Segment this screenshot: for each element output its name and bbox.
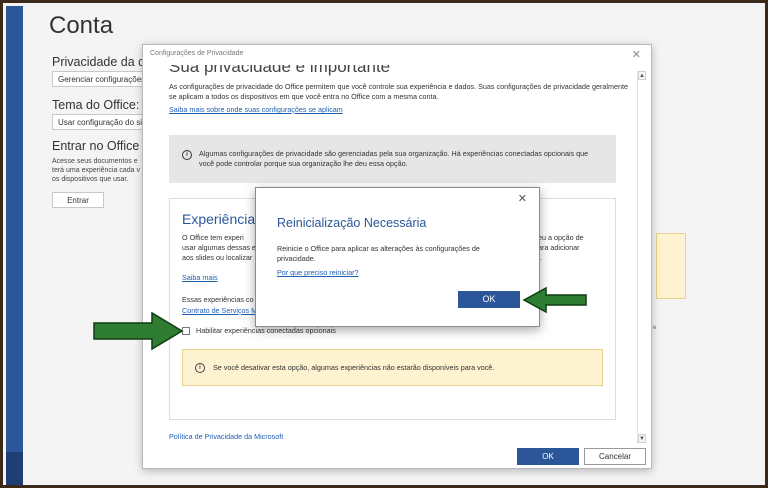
- info-text: Algumas configurações de privacidade são…: [199, 149, 589, 168]
- signin-description: Acesse seus documentos e terá uma experi…: [52, 158, 140, 183]
- warning-text: Se você desativar esta opção, algumas ex…: [213, 363, 495, 372]
- restart-ok-button[interactable]: OK: [458, 291, 520, 308]
- close-icon[interactable]: ✕: [518, 192, 527, 205]
- privacy-policy-link[interactable]: Política de Privacidade da Microsoft: [169, 432, 283, 440]
- app-left-strip: [6, 6, 23, 485]
- dialog-title: Configurações de Privacidade: [150, 50, 244, 57]
- ok-button[interactable]: OK: [517, 448, 579, 465]
- close-icon[interactable]: ✕: [632, 48, 641, 61]
- modal-title: Reinicialização Necessária: [277, 216, 427, 230]
- info-icon: i: [195, 363, 205, 373]
- left-arrow-icon: [522, 286, 587, 314]
- privacy-heading: Sua privacidade é importante: [169, 65, 391, 76]
- signin-button[interactable]: Entrar: [52, 192, 104, 208]
- settings-scope-link[interactable]: Saiba mais sobre onde suas configurações…: [169, 105, 343, 114]
- dialog-scrollbar[interactable]: ▲ ▼: [637, 71, 646, 443]
- modal-body: Reinicie o Office para aplicar as altera…: [277, 244, 480, 263]
- right-arrow-icon: [93, 311, 184, 351]
- restart-required-dialog: ✕ Reinicialização Necessária Reinicie o …: [255, 187, 540, 327]
- cancel-button[interactable]: Cancelar: [584, 448, 646, 465]
- info-icon: i: [182, 150, 192, 160]
- privacy-intro: As configurações de privacidade do Offic…: [169, 82, 628, 101]
- theme-heading: Tema do Office:: [52, 98, 140, 112]
- theme-select[interactable]: Usar configuração do siste: [52, 114, 152, 130]
- experiences-description-right: deu a opção de para adicionar to.: [534, 233, 584, 262]
- experiences-title: Experiências: [182, 211, 263, 227]
- page-title: Conta: [49, 12, 114, 39]
- warning-banner: i Se você desativar esta opção, algumas …: [182, 349, 603, 386]
- dialog-titlebar: Configurações de Privacidade ✕: [143, 45, 651, 65]
- why-restart-link[interactable]: Por que preciso reiniciar?: [277, 268, 359, 277]
- signin-heading: Entrar no Office: [52, 139, 140, 153]
- background-fragment: e: [653, 325, 657, 331]
- privacy-heading: Privacidade da co: [52, 55, 152, 69]
- manage-settings-button[interactable]: Gerenciar configurações: [52, 71, 152, 87]
- left-strip-footer: [6, 452, 23, 485]
- checkbox-label[interactable]: Habilitar experiências conectadas opcion…: [196, 326, 336, 335]
- learn-more-link[interactable]: Saiba mais: [182, 273, 218, 282]
- scroll-up-icon[interactable]: ▲: [638, 71, 646, 80]
- background-yellow-card: [656, 233, 686, 299]
- scroll-down-icon[interactable]: ▼: [638, 434, 646, 443]
- org-managed-info: i Algumas configurações de privacidade s…: [169, 135, 616, 183]
